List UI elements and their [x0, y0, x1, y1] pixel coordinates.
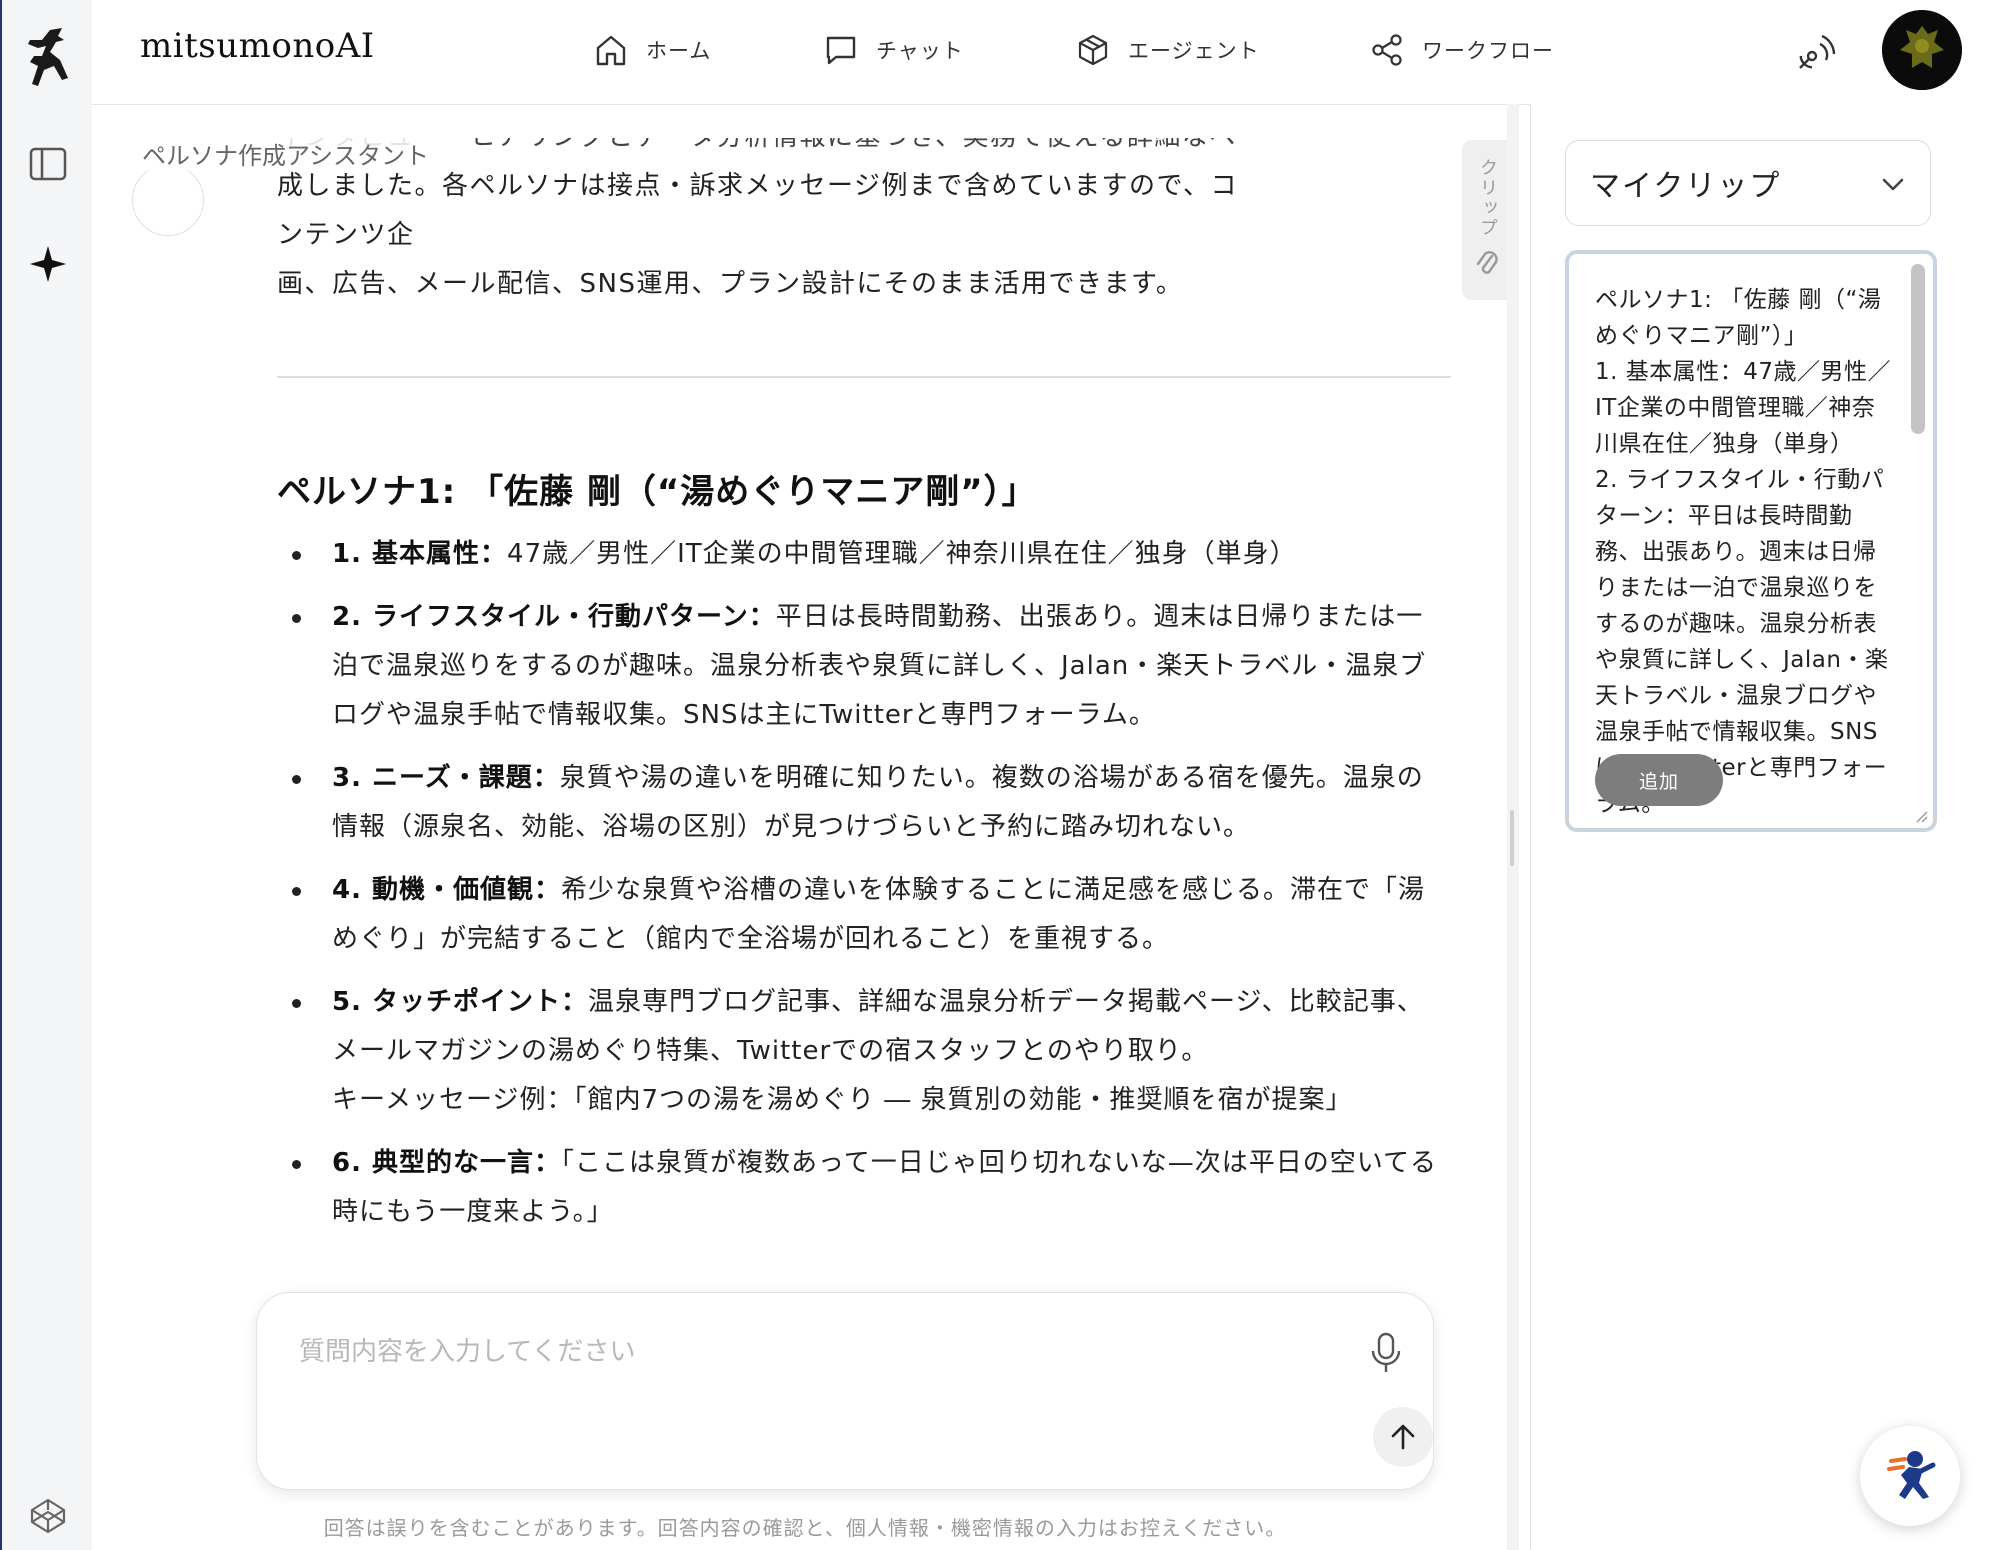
- disclaimer-text: 回答は誤りを含むことがあります。回答内容の確認と、個人情報・機密情報の入力はお控…: [323, 1516, 1287, 1540]
- nav-chat-label: チャット: [876, 39, 964, 63]
- clip-textarea[interactable]: ペルソナ1: 「佐藤 剛（“湯 めぐりマニア剛”）」 1. 基本属性：47歳／男…: [1565, 250, 1937, 832]
- message-line: 画、広告、メール配信、SNS運用、プラン設計にそのまま活用できます。: [277, 269, 1184, 299]
- list-item: 1. 基本属性：47歳／男性／IT企業の中間管理職／神奈川県在住／独身（単身）: [277, 530, 1447, 579]
- nav-workflow[interactable]: ワークフロー: [1370, 28, 1554, 72]
- ninja-logo-icon[interactable]: [20, 26, 76, 90]
- brand-title[interactable]: mitsumonoAI: [140, 26, 375, 66]
- nav-home-label: ホーム: [646, 39, 712, 63]
- ninja-mascot-icon: [1887, 1451, 1936, 1499]
- chat-scrollbar[interactable]: [1507, 104, 1519, 1550]
- chevron-down-icon: [1882, 178, 1904, 191]
- persona-attributes-list: 1. 基本属性：47歳／男性／IT企業の中間管理職／神奈川県在住／独身（単身） …: [277, 530, 1447, 1251]
- assistant-fab[interactable]: [1860, 1426, 1960, 1526]
- cube-icon: [1078, 34, 1108, 66]
- home-icon: [596, 35, 626, 66]
- message-line: 成しました。各ペルソナは接点・訴求メッセージ例まで含めていますので、コンテンツ企: [277, 171, 1238, 250]
- chat-area: ペルソナ作成アシスタント インタビュー・ヒアリングとデータ分析情報に基づき、実務…: [92, 104, 1518, 1550]
- nav-agent[interactable]: エージェント: [1076, 28, 1260, 72]
- left-rail: [0, 0, 92, 1550]
- user-avatar[interactable]: [1882, 10, 1962, 90]
- broadcast-icon[interactable]: [1794, 30, 1838, 74]
- assistant-avatar: [132, 164, 204, 236]
- sparkle-icon[interactable]: [28, 244, 68, 284]
- persona-heading: ペルソナ1: 「佐藤 剛（“湯めぐりマニア剛”）」: [277, 472, 1037, 512]
- assistant-message: インタビュー・ヒアリングとデータ分析情報に基づき、実務で使える詳細なペルソナを7…: [277, 138, 1252, 309]
- assistant-name: ペルソナ作成アシスタント: [142, 136, 430, 171]
- nav-workflow-label: ワークフロー: [1422, 39, 1554, 63]
- add-clip-button[interactable]: 追加: [1595, 754, 1723, 806]
- list-item: 4. 動機・価値観：希少な泉質や浴槽の違いを体験することに満足感を感じる。滞在で…: [277, 866, 1447, 964]
- avatar-figure-icon: [1882, 10, 1962, 90]
- nav-home[interactable]: ホーム: [594, 28, 711, 72]
- key-message: キーメッセージ例：「館内7つの湯を湯めぐり ― 泉質別の効能・推奨順を宿が提案」: [332, 1085, 1353, 1115]
- arrow-up-icon: [1391, 1424, 1415, 1450]
- sidebar-toggle-icon[interactable]: [28, 144, 68, 184]
- chat-bubble-icon: [826, 36, 856, 65]
- divider: [277, 376, 1451, 378]
- clip-tab-label: クリップ: [1477, 158, 1498, 238]
- clip-tab[interactable]: クリップ: [1462, 140, 1512, 300]
- resize-grip-icon[interactable]: [1915, 810, 1929, 824]
- clip-text[interactable]: ペルソナ1: 「佐藤 剛（“湯 めぐりマニア剛”）」 1. 基本属性：47歳／男…: [1595, 282, 1915, 822]
- my-clip-select-label: マイクリップ: [1590, 169, 1782, 204]
- clip-scrollbar[interactable]: [1911, 264, 1925, 434]
- question-input[interactable]: [297, 1329, 1301, 1393]
- codepen-icon[interactable]: [28, 1496, 68, 1536]
- list-item: 6. 典型的な一言：「ここは泉質が複数あって一日じゃ回り切れないな—次は平日の空…: [277, 1139, 1447, 1237]
- nav-chat[interactable]: チャット: [824, 28, 964, 72]
- my-clip-select[interactable]: マイクリップ: [1565, 140, 1931, 226]
- list-item: 3. ニーズ・課題：泉質や湯の違いを明確に知りたい。複数の浴場がある宿を優先。温…: [277, 754, 1447, 852]
- nav-agent-label: エージェント: [1128, 39, 1260, 63]
- top-header: mitsumonoAI ホーム チャット エージェント ワークフロー: [92, 0, 2000, 105]
- clip-panel: マイクリップ ペルソナ1: 「佐藤 剛（“湯 めぐりマニア剛”）」 1. 基本属…: [1530, 104, 2000, 1550]
- paperclip-icon: [1476, 251, 1498, 274]
- share-nodes-icon: [1372, 34, 1402, 66]
- list-item: 2. ライフスタイル・行動パターン：平日は長時間勤務、出張あり。週末は日帰りまた…: [277, 593, 1447, 740]
- message-composer: [256, 1292, 1434, 1490]
- send-button[interactable]: [1373, 1407, 1433, 1467]
- panel-resize-handle[interactable]: [1510, 810, 1514, 866]
- microphone-icon[interactable]: [1369, 1331, 1403, 1375]
- list-item: 5. タッチポイント：温泉専門ブログ記事、詳細な温泉分析データ掲載ページ、比較記…: [277, 978, 1447, 1125]
